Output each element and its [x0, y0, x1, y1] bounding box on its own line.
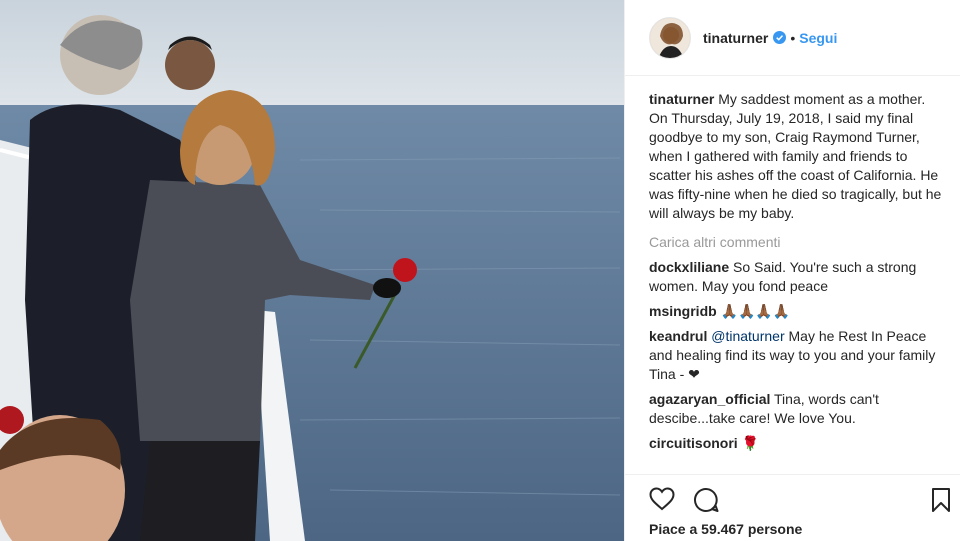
comment-bubble-icon[interactable]	[693, 487, 719, 513]
comment-username[interactable]: msingridb	[649, 303, 717, 319]
comment-username[interactable]: keandrul	[649, 328, 707, 344]
post-author-username[interactable]: tinaturner	[703, 30, 768, 46]
comment-item: agazaryan_official Tina, words can't des…	[649, 390, 945, 428]
instagram-post-view: tinaturner • Segui tinaturner My saddest…	[0, 0, 960, 541]
comment-username[interactable]: dockxliliane	[649, 259, 729, 275]
likes-count[interactable]: Piace a 59.467 persone	[649, 521, 802, 537]
bookmark-icon[interactable]	[931, 487, 951, 513]
verified-badge-icon	[773, 31, 787, 44]
comment-username[interactable]: circuitisonori	[649, 435, 738, 451]
comment-username[interactable]: agazaryan_official	[649, 391, 770, 407]
caption-username[interactable]: tinaturner	[649, 91, 714, 107]
post-side-panel: tinaturner • Segui tinaturner My saddest…	[624, 0, 960, 541]
heart-icon[interactable]	[649, 487, 675, 511]
follow-button[interactable]: Segui	[799, 30, 837, 46]
caption: tinaturner My saddest moment as a mother…	[649, 90, 945, 223]
post-header: tinaturner • Segui	[625, 0, 960, 76]
load-more-comments-link[interactable]: Carica altri commenti	[649, 233, 945, 252]
comment-item: msingridb 🙏🏾🙏🏾🙏🏾🙏🏾	[649, 302, 945, 321]
comment-mention-link[interactable]: @tinaturner	[707, 328, 784, 344]
comment-text: 🙏🏾🙏🏾🙏🏾🙏🏾	[716, 303, 791, 319]
avatar[interactable]	[649, 16, 691, 59]
caption-text: My saddest moment as a mother. On Thursd…	[649, 91, 942, 221]
comment-item: dockxliliane So Said. You're such a stro…	[649, 258, 945, 296]
comment-text: 🌹	[737, 435, 760, 451]
comment-item: circuitisonori 🌹	[649, 434, 945, 453]
post-photo[interactable]	[0, 0, 624, 541]
comment-item: keandrul @tinaturner May he Rest In Peac…	[649, 327, 945, 384]
separator-dot: •	[790, 29, 796, 46]
comments-list: tinaturner My saddest moment as a mother…	[649, 90, 945, 459]
